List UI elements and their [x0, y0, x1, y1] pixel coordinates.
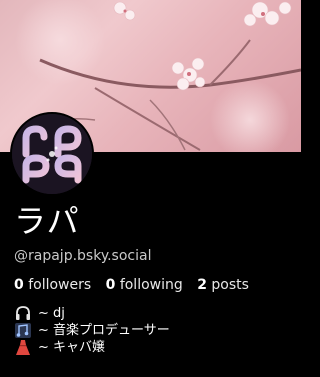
profile-handle[interactable]: @rapajp.bsky.social — [14, 247, 151, 265]
bio-line: ~ dj — [14, 305, 170, 322]
bio-text: ~ キャバ嬢 — [38, 340, 106, 355]
followers-link[interactable]: 0 followers — [14, 277, 91, 293]
profile-stats: 0 followers 0 following 2 posts — [14, 276, 249, 294]
bio-text: ~ 音楽プロデューサー — [38, 323, 170, 338]
avatar[interactable] — [10, 112, 94, 196]
profile-bio: ~ dj ~ 音楽プロデューサー ~ キャバ嬢 — [14, 305, 170, 356]
avatar-logo-image — [12, 114, 92, 194]
music-note-icon — [14, 322, 32, 339]
headphones-icon — [14, 305, 32, 322]
following-label: following — [119, 277, 183, 293]
posts-label: posts — [211, 277, 249, 293]
bio-text: ~ dj — [38, 306, 65, 321]
posts-count: 2 — [197, 277, 207, 293]
following-count: 0 — [105, 277, 116, 293]
bio-line: ~ 音楽プロデューサー — [14, 322, 170, 339]
bio-line: ~ キャバ嬢 — [14, 339, 170, 356]
dress-icon — [14, 339, 32, 356]
posts-stat: 2 posts — [197, 277, 249, 293]
display-name: ラパ — [14, 202, 80, 240]
followers-count: 0 — [14, 277, 24, 293]
following-link[interactable]: 0 following — [106, 277, 183, 293]
followers-label: followers — [28, 277, 92, 293]
